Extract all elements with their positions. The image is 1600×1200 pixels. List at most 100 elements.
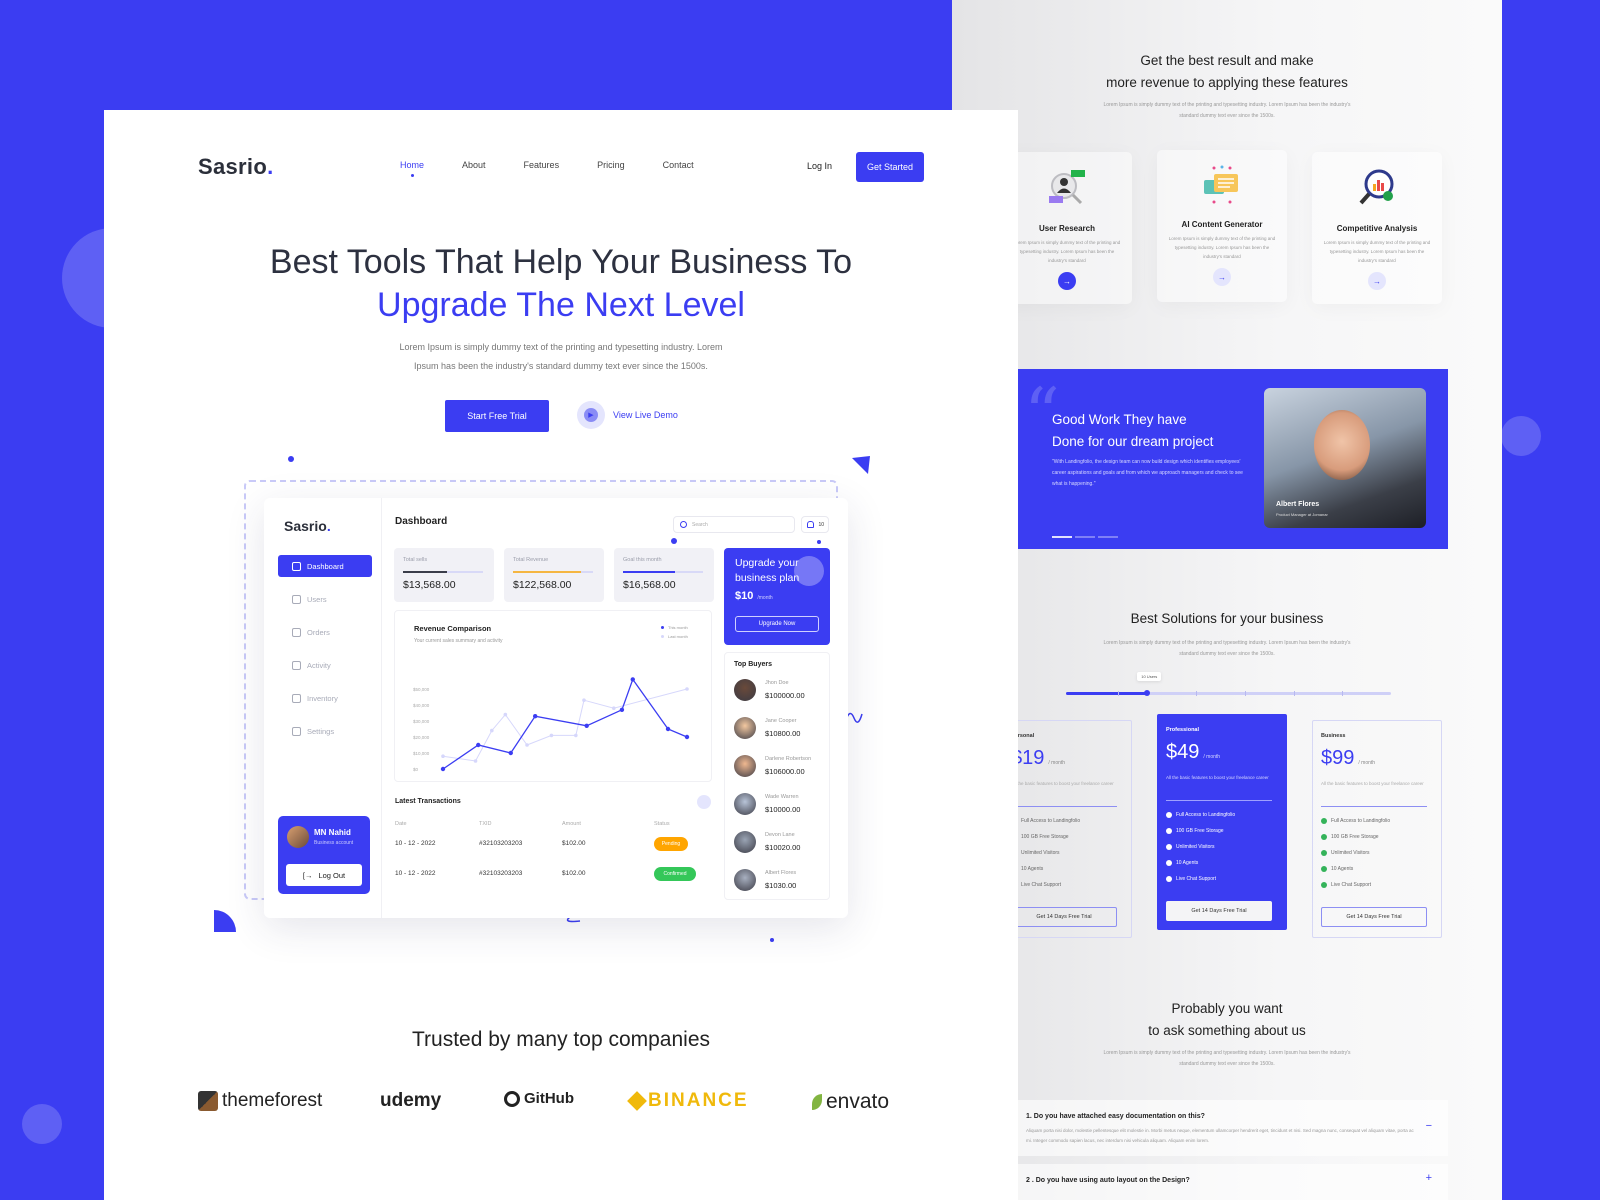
user-card: MN Nahid Business account [→ Log Out (278, 816, 370, 894)
features-desc: Lorem Ipsum is simply dummy text of the … (1103, 102, 1351, 119)
plan-price: $19/ month (1011, 747, 1066, 769)
expand-icon[interactable]: + (1426, 1172, 1432, 1184)
data-point[interactable] (473, 759, 478, 763)
check-icon (1166, 860, 1172, 866)
sidebar-item-inventory[interactable]: Inventory (278, 687, 372, 709)
data-point[interactable] (574, 733, 578, 738)
faq-question[interactable]: 2 . Do you have using auto layout on the… (1026, 1177, 1190, 1184)
login-link[interactable]: Log In (807, 161, 832, 171)
data-point[interactable] (549, 733, 554, 738)
data-point[interactable] (665, 726, 671, 732)
data-point[interactable] (630, 677, 635, 682)
filter-button[interactable] (697, 795, 711, 809)
plan-feature: 100 GB Free Storage (1011, 834, 1069, 840)
stat-value: $16,568.00 (623, 579, 676, 591)
search-input[interactable]: Search (673, 516, 795, 533)
check-icon (1166, 812, 1172, 818)
data-point[interactable] (440, 766, 446, 772)
data-point[interactable] (684, 734, 690, 740)
buyer-row[interactable]: Albert Flores $1030.00 (734, 869, 830, 899)
faq-question[interactable]: 1. Do you have attached easy documentati… (1026, 1113, 1205, 1120)
nav-link-contact[interactable]: Contact (663, 160, 694, 170)
dashboard-title: Dashboard (395, 516, 448, 527)
stat-card: Total sells $13,568.00 (394, 548, 494, 602)
users-slider[interactable]: 10 Users (1066, 672, 1391, 696)
data-point[interactable] (441, 754, 445, 758)
feature-card-user-research[interactable]: User Research Lorem Ipsum is simply dumm… (1002, 152, 1132, 304)
feature-title: User Research (1038, 224, 1096, 233)
brand-logo[interactable]: Sasrio. (198, 154, 273, 180)
plan-feature: Live Chat Support (1011, 882, 1061, 888)
faq-item[interactable]: 1. Do you have attached easy documentati… (1018, 1100, 1448, 1156)
data-point[interactable] (508, 750, 513, 756)
buyer-row[interactable]: Devon Lane $10020.00 (734, 831, 830, 861)
decor-dot (288, 456, 294, 462)
arrow-right-button[interactable]: → (1368, 272, 1386, 290)
slide-dot[interactable] (1098, 536, 1118, 538)
sidebar-item-dashboard[interactable]: Dashboard (278, 555, 372, 577)
buyer-name: Jhon Doe (765, 680, 789, 686)
sidebar-item-orders[interactable]: Orders (278, 621, 372, 643)
upgrade-now-button[interactable]: Upgrade Now (735, 616, 819, 632)
pricing-card-personal: Personal $19/ month All the basic features… (1002, 720, 1132, 938)
data-point[interactable] (582, 698, 586, 702)
buyer-row[interactable]: Jane Cooper $10800.00 (734, 717, 830, 747)
start-free-trial-button[interactable]: Start Free Trial (445, 400, 549, 432)
get-started-button[interactable]: Get Started (856, 152, 924, 182)
buyer-row[interactable]: Jhon Doe $100000.00 (734, 679, 830, 709)
plan-desc: All the basic features to boost your fre… (1321, 781, 1424, 786)
buyer-name: Jane Cooper (765, 718, 797, 724)
dashboard-preview: Sasrio. Dashboard Users Orders Activity Inve… (264, 498, 848, 918)
collapse-icon[interactable]: − (1426, 1120, 1432, 1132)
logout-button[interactable]: [→ Log Out (286, 864, 362, 886)
company-logos: themeforest udemy GitHub BINANCE envato (198, 1090, 928, 1130)
sidebar-item-label: Inventory (307, 693, 338, 703)
feature-card-competitive-analysis[interactable]: Competitive Analysis Lorem Ipsum is simp… (1312, 152, 1442, 304)
testimonial-section: “ Good Work They have Done for our dream … (1018, 369, 1448, 549)
data-point[interactable] (584, 723, 589, 728)
sidebar-item-settings[interactable]: Settings (278, 720, 372, 742)
nav-link-home[interactable]: Home (400, 160, 424, 177)
data-point[interactable] (503, 712, 508, 717)
data-point[interactable] (532, 714, 538, 719)
slide-dot[interactable] (1052, 536, 1072, 538)
buyer-row[interactable]: Darlene Robertson $106000.00 (734, 755, 830, 785)
hero-title: Best Tools That Help Your Business To (269, 243, 853, 281)
buyer-name: Wade Warren (765, 794, 799, 800)
decor-circle (22, 1104, 62, 1144)
data-point[interactable] (525, 743, 529, 747)
view-live-demo-button[interactable]: ▶ View Live Demo (577, 401, 678, 429)
series-line-this-month (442, 678, 688, 770)
sidebar-item-users[interactable]: Users (278, 588, 372, 610)
slide-indicators (1052, 536, 1118, 538)
data-point[interactable] (619, 707, 625, 712)
buyer-row[interactable]: Wade Warren $10000.00 (734, 793, 830, 823)
upgrade-plan-card: Upgrade your business plan $10/month Upg… (724, 548, 830, 645)
y-tick-label: $30,000 (413, 719, 430, 724)
free-trial-button[interactable]: Get 14 Days Free Trial (1011, 907, 1117, 927)
arrow-right-button[interactable]: → (1213, 268, 1231, 286)
top-buyers-card: Top Buyers Jhon Doe $100000.00 Jane Cooper… (724, 652, 830, 900)
stat-label: Total sells (403, 557, 428, 563)
faq-item[interactable]: 2 . Do you have using auto layout on the… (1018, 1164, 1448, 1200)
notifications-button[interactable]: 10 (801, 516, 829, 533)
free-trial-button[interactable]: Get 14 Days Free Trial (1166, 901, 1272, 921)
slider-handle[interactable] (1144, 690, 1151, 696)
sidebar-item-activity[interactable]: Activity (278, 654, 372, 676)
nav-link-features[interactable]: Features (524, 160, 560, 170)
slide-dot[interactable] (1075, 536, 1095, 538)
data-point[interactable] (685, 687, 689, 691)
free-trial-button[interactable]: Get 14 Days Free Trial (1321, 907, 1427, 927)
plan-desc: All the basic features to boost your fre… (1011, 781, 1114, 786)
stat-label: Goal this month (623, 557, 662, 563)
feature-card-ai-content[interactable]: AI Content Generator Lorem Ipsum is simp… (1157, 150, 1287, 302)
data-point[interactable] (612, 706, 616, 710)
arrow-right-button[interactable]: → (1058, 272, 1076, 290)
nav-link-pricing[interactable]: Pricing (597, 160, 625, 170)
sidebar-item-label: Dashboard (307, 561, 344, 571)
data-point[interactable] (490, 728, 494, 733)
nav-link-about[interactable]: About (462, 160, 486, 170)
buyer-amount: $10020.00 (765, 843, 801, 852)
data-point[interactable] (476, 742, 481, 748)
plan-feature: Unlimited Visitors (1166, 844, 1215, 850)
